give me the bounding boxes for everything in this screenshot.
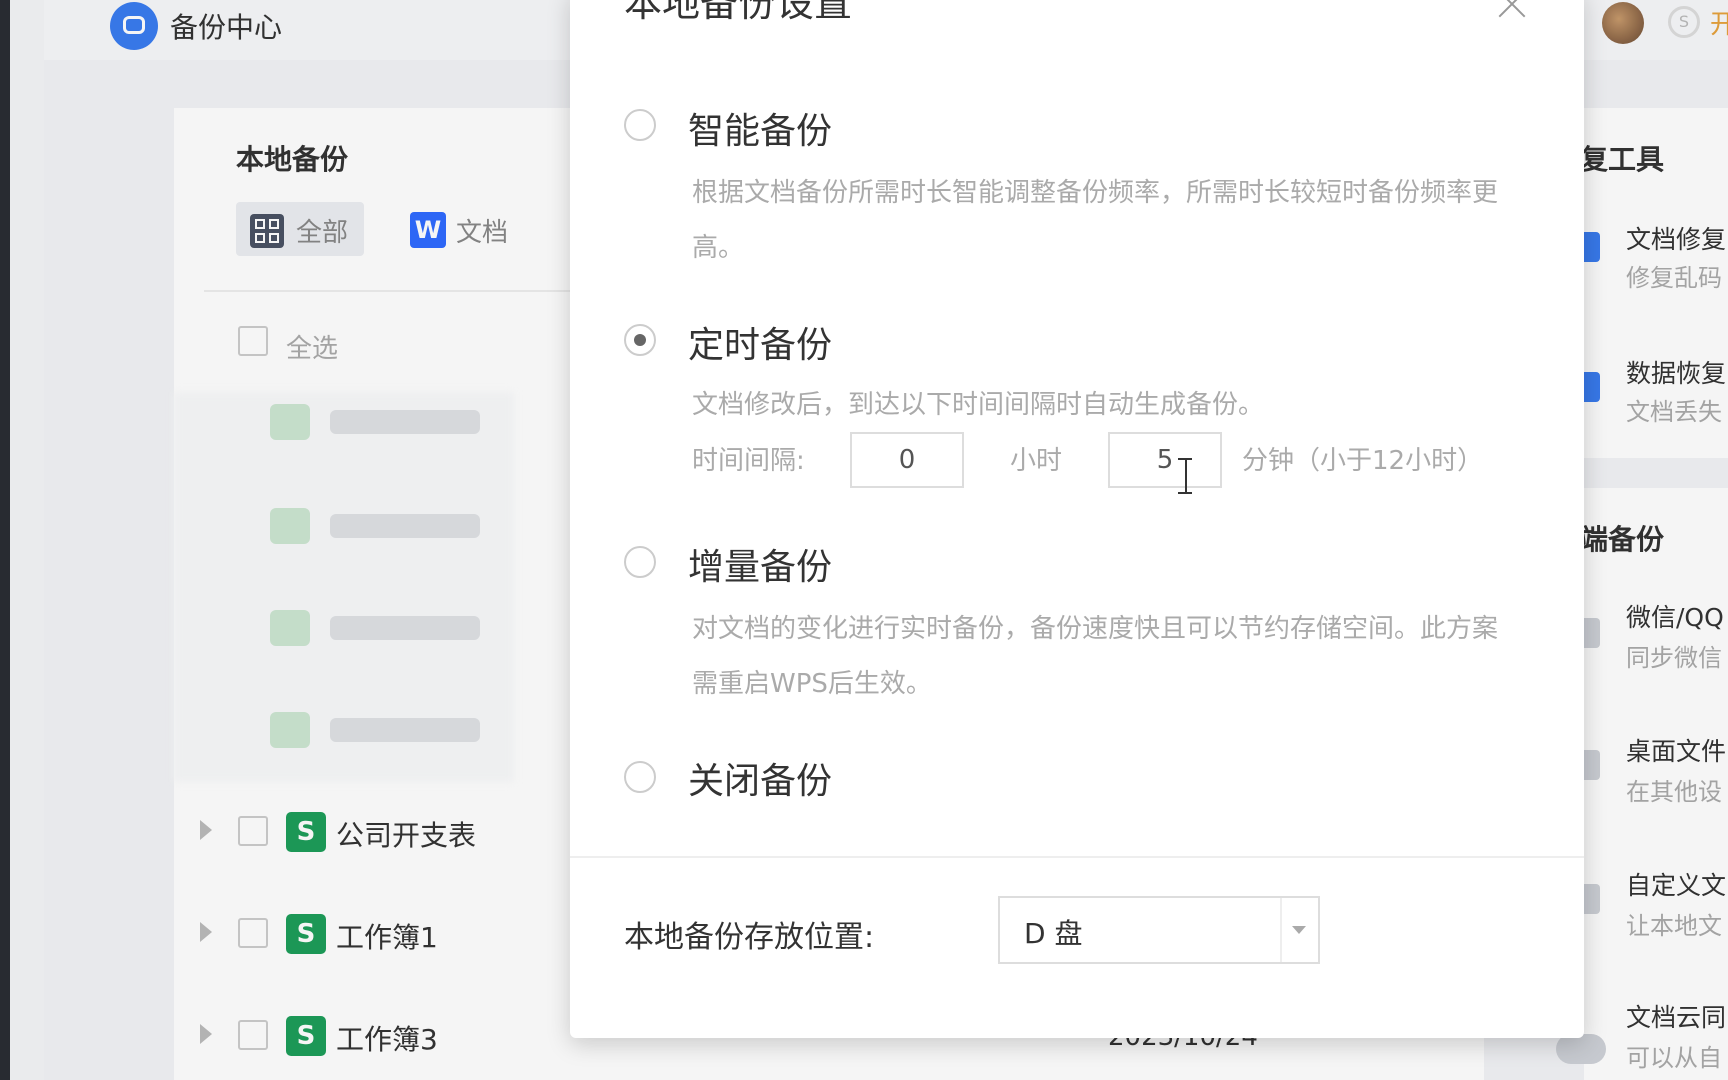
- option-description: 根据文档备份所需时长智能调整备份频率，所需时长较短时备份频率更高。: [692, 178, 1499, 263]
- text-cursor-icon: [1178, 458, 1192, 494]
- minutes-unit: 分钟（小于12小时）: [1242, 446, 1484, 476]
- location-value: D 盘: [1024, 917, 1083, 950]
- location-select[interactable]: D 盘: [998, 896, 1320, 964]
- local-backup-settings-dialog: 本地备份设置 智能备份 根据文档备份所需时长智能调整备份频率，所需时长较短时备份…: [570, 0, 1584, 1038]
- dialog-divider: [570, 856, 1584, 858]
- radio-disable-backup[interactable]: [624, 761, 656, 793]
- chevron-down-icon: [1292, 926, 1306, 934]
- option-label[interactable]: 定时备份: [688, 316, 832, 368]
- dialog-title: 本地备份设置: [624, 0, 853, 25]
- radio-scheduled-backup[interactable]: [624, 324, 656, 356]
- close-icon[interactable]: [1494, 0, 1530, 22]
- option-description: 文档修改后，到达以下时间间隔时自动生成备份。: [692, 390, 1265, 420]
- dropdown-toggle[interactable]: [1280, 898, 1318, 962]
- option-label[interactable]: 增量备份: [688, 538, 832, 590]
- radio-smart-backup[interactable]: [624, 109, 656, 141]
- radio-incremental-backup[interactable]: [624, 546, 656, 578]
- minutes-input[interactable]: 5: [1108, 432, 1222, 488]
- hours-input[interactable]: 0: [850, 432, 964, 488]
- option-label[interactable]: 关闭备份: [688, 752, 832, 804]
- interval-label: 时间间隔:: [692, 446, 805, 476]
- location-label: 本地备份存放位置:: [624, 920, 875, 955]
- option-label[interactable]: 智能备份: [688, 102, 832, 154]
- hours-unit: 小时: [1010, 446, 1063, 476]
- option-description: 对文档的变化进行实时备份，备份速度快且可以节约存储空间。此方案需重启WPS后生效…: [692, 614, 1499, 699]
